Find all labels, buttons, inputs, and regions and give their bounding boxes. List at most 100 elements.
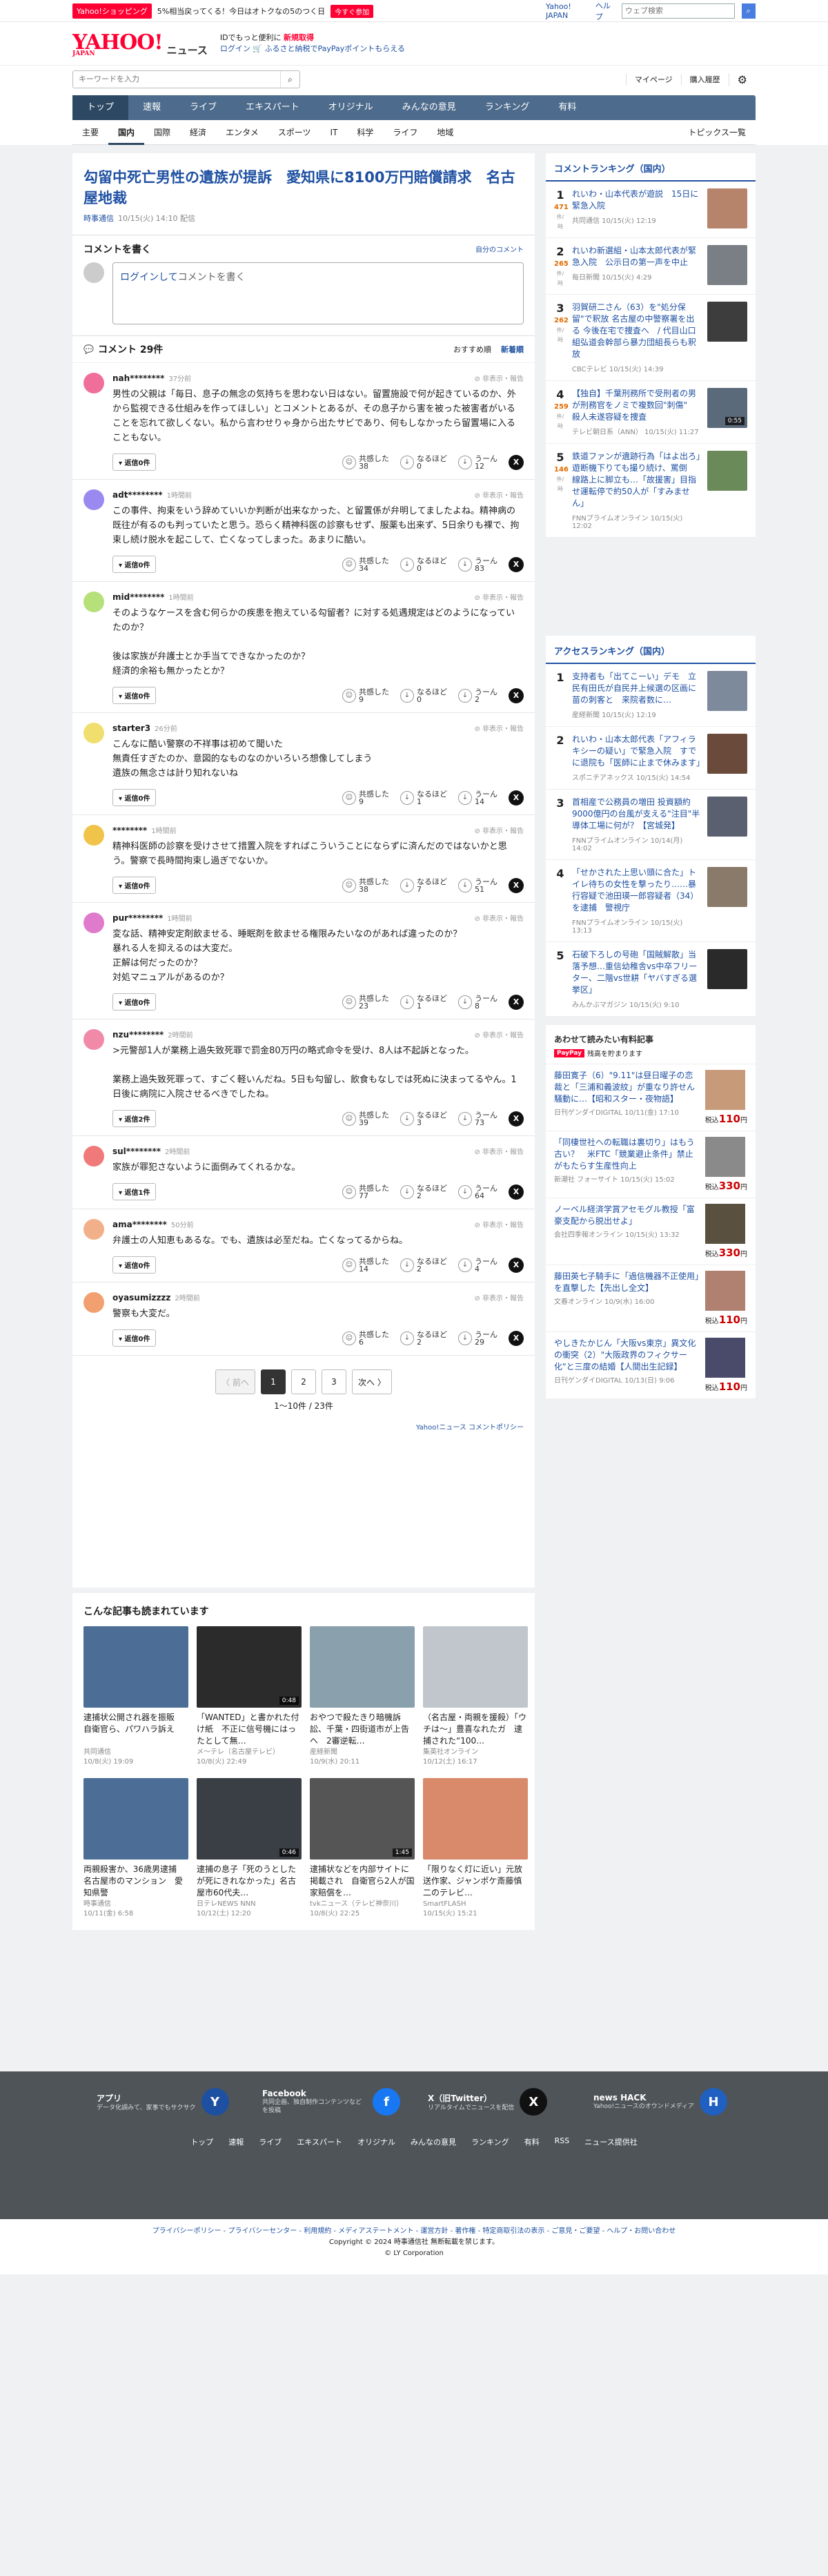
footer-link[interactable]: みんなの意見 bbox=[411, 2136, 456, 2147]
recommended-title[interactable]: 逮捕状公開され器を振販 自衛官ら、パワハラ訴え bbox=[83, 1712, 188, 1748]
tab-main-0[interactable]: トップ bbox=[72, 95, 129, 120]
recommended-item[interactable]: 逮捕状公開され器を振販 自衛官ら、パワハラ訴え 共同通信 10/8(火) 19:09 bbox=[83, 1626, 188, 1767]
legal-links[interactable]: プライバシーポリシー - プライバシーセンター - 利用規約 - メディアステー… bbox=[0, 2226, 828, 2237]
ranking-thumbnail[interactable] bbox=[707, 949, 747, 989]
ranking-item[interactable]: 3 262 件/時 羽賀研二さん（63）を"処分保留"で釈放 名古屋の中警察署を出る … bbox=[546, 295, 756, 381]
vote-agree-button[interactable]: ☺ 共感した 39 bbox=[342, 1111, 389, 1126]
report-link[interactable]: ⊘ 非表示・報告 bbox=[474, 913, 524, 923]
avatar[interactable] bbox=[83, 1292, 104, 1313]
search-icon[interactable]: ⌕ bbox=[280, 71, 299, 88]
ranking-item[interactable]: 1 471 件/時 れいわ・山本代表が遊説 15日に緊急入院 共同通信 10/15(火)… bbox=[546, 182, 756, 238]
recommended-title[interactable]: おやつで殺たきり暗機訴訟、千葉・四街道市が上告へ 2審逆転… bbox=[310, 1712, 415, 1748]
recommended-title[interactable]: 逮捕の息子「死のうとしたが死にきれなかった」名古屋市60代夫… bbox=[197, 1864, 302, 1900]
footer-link[interactable]: 速報 bbox=[228, 2136, 244, 2147]
ranking-item[interactable]: 2 265 件/時 れいわ新選組・山本太郎代表が緊急入院 公示日の第一声を中止 毎日新聞… bbox=[546, 238, 756, 295]
help-link[interactable]: ヘルプ bbox=[595, 0, 615, 22]
report-link[interactable]: ⊘ 非表示・報告 bbox=[474, 489, 524, 500]
ranking-thumbnail[interactable] bbox=[707, 867, 747, 907]
tab-sub-5[interactable]: スポーツ bbox=[268, 120, 321, 145]
vote-hmm-button[interactable]: ↓ うーん 14 bbox=[458, 790, 497, 806]
tab-main-7[interactable]: 有料 bbox=[544, 95, 591, 120]
ranking-thumbnail[interactable] bbox=[707, 188, 747, 228]
page-3[interactable]: 3 bbox=[322, 1369, 346, 1394]
reply-button[interactable]: ▾ 返信0件 bbox=[112, 789, 157, 806]
vote-understand-button[interactable]: ↓ なるほど 2 bbox=[400, 1258, 447, 1273]
ranking-title[interactable]: 石破下ろしの号砲「国賊解散」当落予想…重信幼稚舎vs中卒フリーター、二階vs世耕… bbox=[572, 949, 702, 996]
ranking-title[interactable]: 鉄道ファンが遺跡行為「はよ出ろ」遊断機下りても撮り続け、罵倒 線路上に脚立も…「… bbox=[572, 451, 702, 509]
vote-understand-button[interactable]: ↓ なるほど 3 bbox=[400, 1111, 447, 1126]
tab-sub-0[interactable]: 主要 bbox=[72, 120, 108, 145]
comment-user[interactable]: sul******** bbox=[112, 1146, 161, 1156]
reply-button[interactable]: ▾ 返信0件 bbox=[112, 1329, 157, 1347]
report-link[interactable]: ⊘ 非表示・報告 bbox=[474, 1146, 524, 1156]
article-title[interactable]: 勾留中死亡男性の遺族が提訴 愛知県に8100万円賠償請求 名古屋地裁 bbox=[72, 153, 535, 208]
report-link[interactable]: ⊘ 非表示・報告 bbox=[474, 723, 524, 733]
comment-user[interactable]: nah******** bbox=[112, 373, 164, 383]
avatar[interactable] bbox=[83, 1029, 104, 1050]
vote-understand-button[interactable]: ↓ なるほど 2 bbox=[400, 1331, 447, 1346]
ranking-thumbnail[interactable] bbox=[707, 451, 747, 491]
x-share-icon[interactable]: X bbox=[509, 687, 524, 703]
paid-title[interactable]: ノーベル経済学賞アセモグル教授「富豪支配から脱出せよ」 bbox=[554, 1204, 700, 1227]
vote-understand-button[interactable]: ↓ なるほど 0 bbox=[400, 557, 447, 572]
sort-recommend[interactable]: おすすめ順 bbox=[453, 344, 491, 355]
footer-link[interactable]: RSS bbox=[555, 2136, 570, 2147]
my-comments-link[interactable]: 自分のコメント bbox=[475, 244, 524, 254]
ranking-title[interactable]: 羽賀研二さん（63）を"処分保留"で釈放 名古屋の中警察署を出る 今後在宅で捜査… bbox=[572, 302, 702, 360]
x-share-icon[interactable]: X bbox=[509, 1330, 524, 1346]
ranking-title[interactable]: れいわ・山本太郎代表「アフィラキシーの疑い」で緊急入院 すでに退院も「医師に止ま… bbox=[572, 734, 704, 769]
comment-user[interactable]: nzu******** bbox=[112, 1030, 164, 1040]
paid-article[interactable]: 藤田寛子（6）"9.11"は昼日曜子の恋裁と「三浦和義波紋」が重なり許せん騒動に… bbox=[546, 1064, 756, 1131]
promo-text[interactable]: 5%相当戻ってくる！今日はオトクなの5のつく日 bbox=[157, 6, 325, 17]
vote-hmm-button[interactable]: ↓ うーん 29 bbox=[458, 1331, 497, 1346]
comment-user[interactable]: mid******** bbox=[112, 592, 164, 602]
recommended-item[interactable]: 1:45 逮捕状などを内部サイトに掲載され 自衛官ら2人が国家賠償を… tvkニュー… bbox=[310, 1778, 415, 1919]
recommended-item[interactable]: （名古屋・両親を援殺）「ウチは〜」豊喜なれたガ 逮捕された“100… 集英社オンラ… bbox=[423, 1626, 528, 1767]
ranking-title[interactable]: 【独自】千葉刑務所で受刑者の男が刑務官をノミで複数回"刺傷" 殺人未遂容疑を捜査 bbox=[572, 388, 702, 423]
paid-title[interactable]: 「同棲世社への転職は裏切り」はもう古い？ 米FTC「競業避止条件」禁止がもたらす… bbox=[554, 1137, 700, 1172]
footer-link[interactable]: オリジナル bbox=[357, 2136, 395, 2147]
vote-agree-button[interactable]: ☺ 共感した 23 bbox=[342, 995, 389, 1010]
thumbnail[interactable] bbox=[310, 1626, 415, 1708]
paid-article[interactable]: 藤田英七子騎手に「過信機器不正使用」を直撃した【先出し全文】 文春オンライン 10… bbox=[546, 1265, 756, 1331]
footer-app[interactable]: news HACK Yahoo!ニュースのオウンドメディア H bbox=[593, 2088, 731, 2116]
recommended-item[interactable]: 0:46 逮捕の息子「死のうとしたが死にきれなかった」名古屋市60代夫… 日テレNE… bbox=[197, 1778, 302, 1919]
ranking-thumbnail[interactable] bbox=[707, 245, 747, 285]
recommended-item[interactable]: 0:48 「WANTED」と書かれた付け紙 不正に信号機にはったとして無… メ〜テレ… bbox=[197, 1626, 302, 1767]
x-share-icon[interactable]: X bbox=[509, 994, 524, 1010]
avatar[interactable] bbox=[83, 489, 104, 510]
vote-hmm-button[interactable]: ↓ うーん 8 bbox=[458, 995, 497, 1010]
ranking-item[interactable]: 4 259 件/時 【独自】千葉刑務所で受刑者の男が刑務官をノミで複数回"刺傷" 殺人… bbox=[546, 381, 756, 444]
yahoo-japan-link[interactable]: Yahoo! JAPAN bbox=[546, 2, 589, 20]
paid-article[interactable]: 「同棲世社への転職は裏切り」はもう古い？ 米FTC「競業避止条件」禁止がもたらす… bbox=[546, 1131, 756, 1198]
vote-agree-button[interactable]: ☺ 共感した 9 bbox=[342, 790, 389, 806]
x-share-icon[interactable]: X bbox=[509, 1257, 524, 1273]
ranking-title[interactable]: 支持者も「出てこーい」デモ 立民有田氏が自民井上候選の区画に苗の刺客と 来院者数… bbox=[572, 671, 702, 706]
article-source[interactable]: 時事通信 bbox=[83, 214, 114, 223]
report-link[interactable]: ⊘ 非表示・報告 bbox=[474, 1029, 524, 1040]
tab-main-5[interactable]: みんなの意見 bbox=[388, 95, 471, 120]
footer-app[interactable]: アプリ データ化調みて、家事でもサクサク Y bbox=[97, 2088, 235, 2116]
vote-hmm-button[interactable]: ↓ うーん 2 bbox=[458, 688, 497, 703]
ranking-thumbnail[interactable]: 0:55 bbox=[707, 388, 747, 428]
x-share-icon[interactable]: X bbox=[509, 556, 524, 572]
avatar[interactable] bbox=[83, 1219, 104, 1240]
sort-new[interactable]: 新着順 bbox=[501, 344, 524, 355]
ranking-title[interactable]: れいわ・山本代表が遊説 15日に緊急入院 bbox=[572, 188, 702, 212]
comment-user[interactable]: ama******** bbox=[112, 1220, 167, 1229]
avatar[interactable] bbox=[83, 1146, 104, 1167]
web-search-input[interactable] bbox=[622, 3, 735, 19]
tab-sub-1[interactable]: 国内 bbox=[108, 120, 145, 145]
thumbnail[interactable] bbox=[83, 1626, 188, 1708]
mypage-link[interactable]: マイページ bbox=[625, 74, 681, 85]
paid-title[interactable]: 藤田寛子（6）"9.11"は昼日曜子の恋裁と「三浦和義波紋」が重なり許せん騒動に… bbox=[554, 1070, 700, 1105]
avatar[interactable] bbox=[83, 825, 104, 846]
gear-icon[interactable]: ⚙ bbox=[728, 72, 756, 86]
vote-agree-button[interactable]: ☺ 共感した 9 bbox=[342, 688, 389, 703]
reply-button[interactable]: ▾ 返信0件 bbox=[112, 556, 157, 573]
topics-list-link[interactable]: トピックス一覧 bbox=[678, 120, 756, 145]
ranking-thumbnail[interactable] bbox=[707, 734, 747, 774]
ranking-title[interactable]: 「せかされた上思い頭に合た」トイレ待ちの女性を撃ったり……暴行容疑で池田瑛一郎容… bbox=[572, 867, 702, 914]
footer-link[interactable]: ライブ bbox=[259, 2136, 282, 2147]
avatar[interactable] bbox=[83, 592, 104, 612]
